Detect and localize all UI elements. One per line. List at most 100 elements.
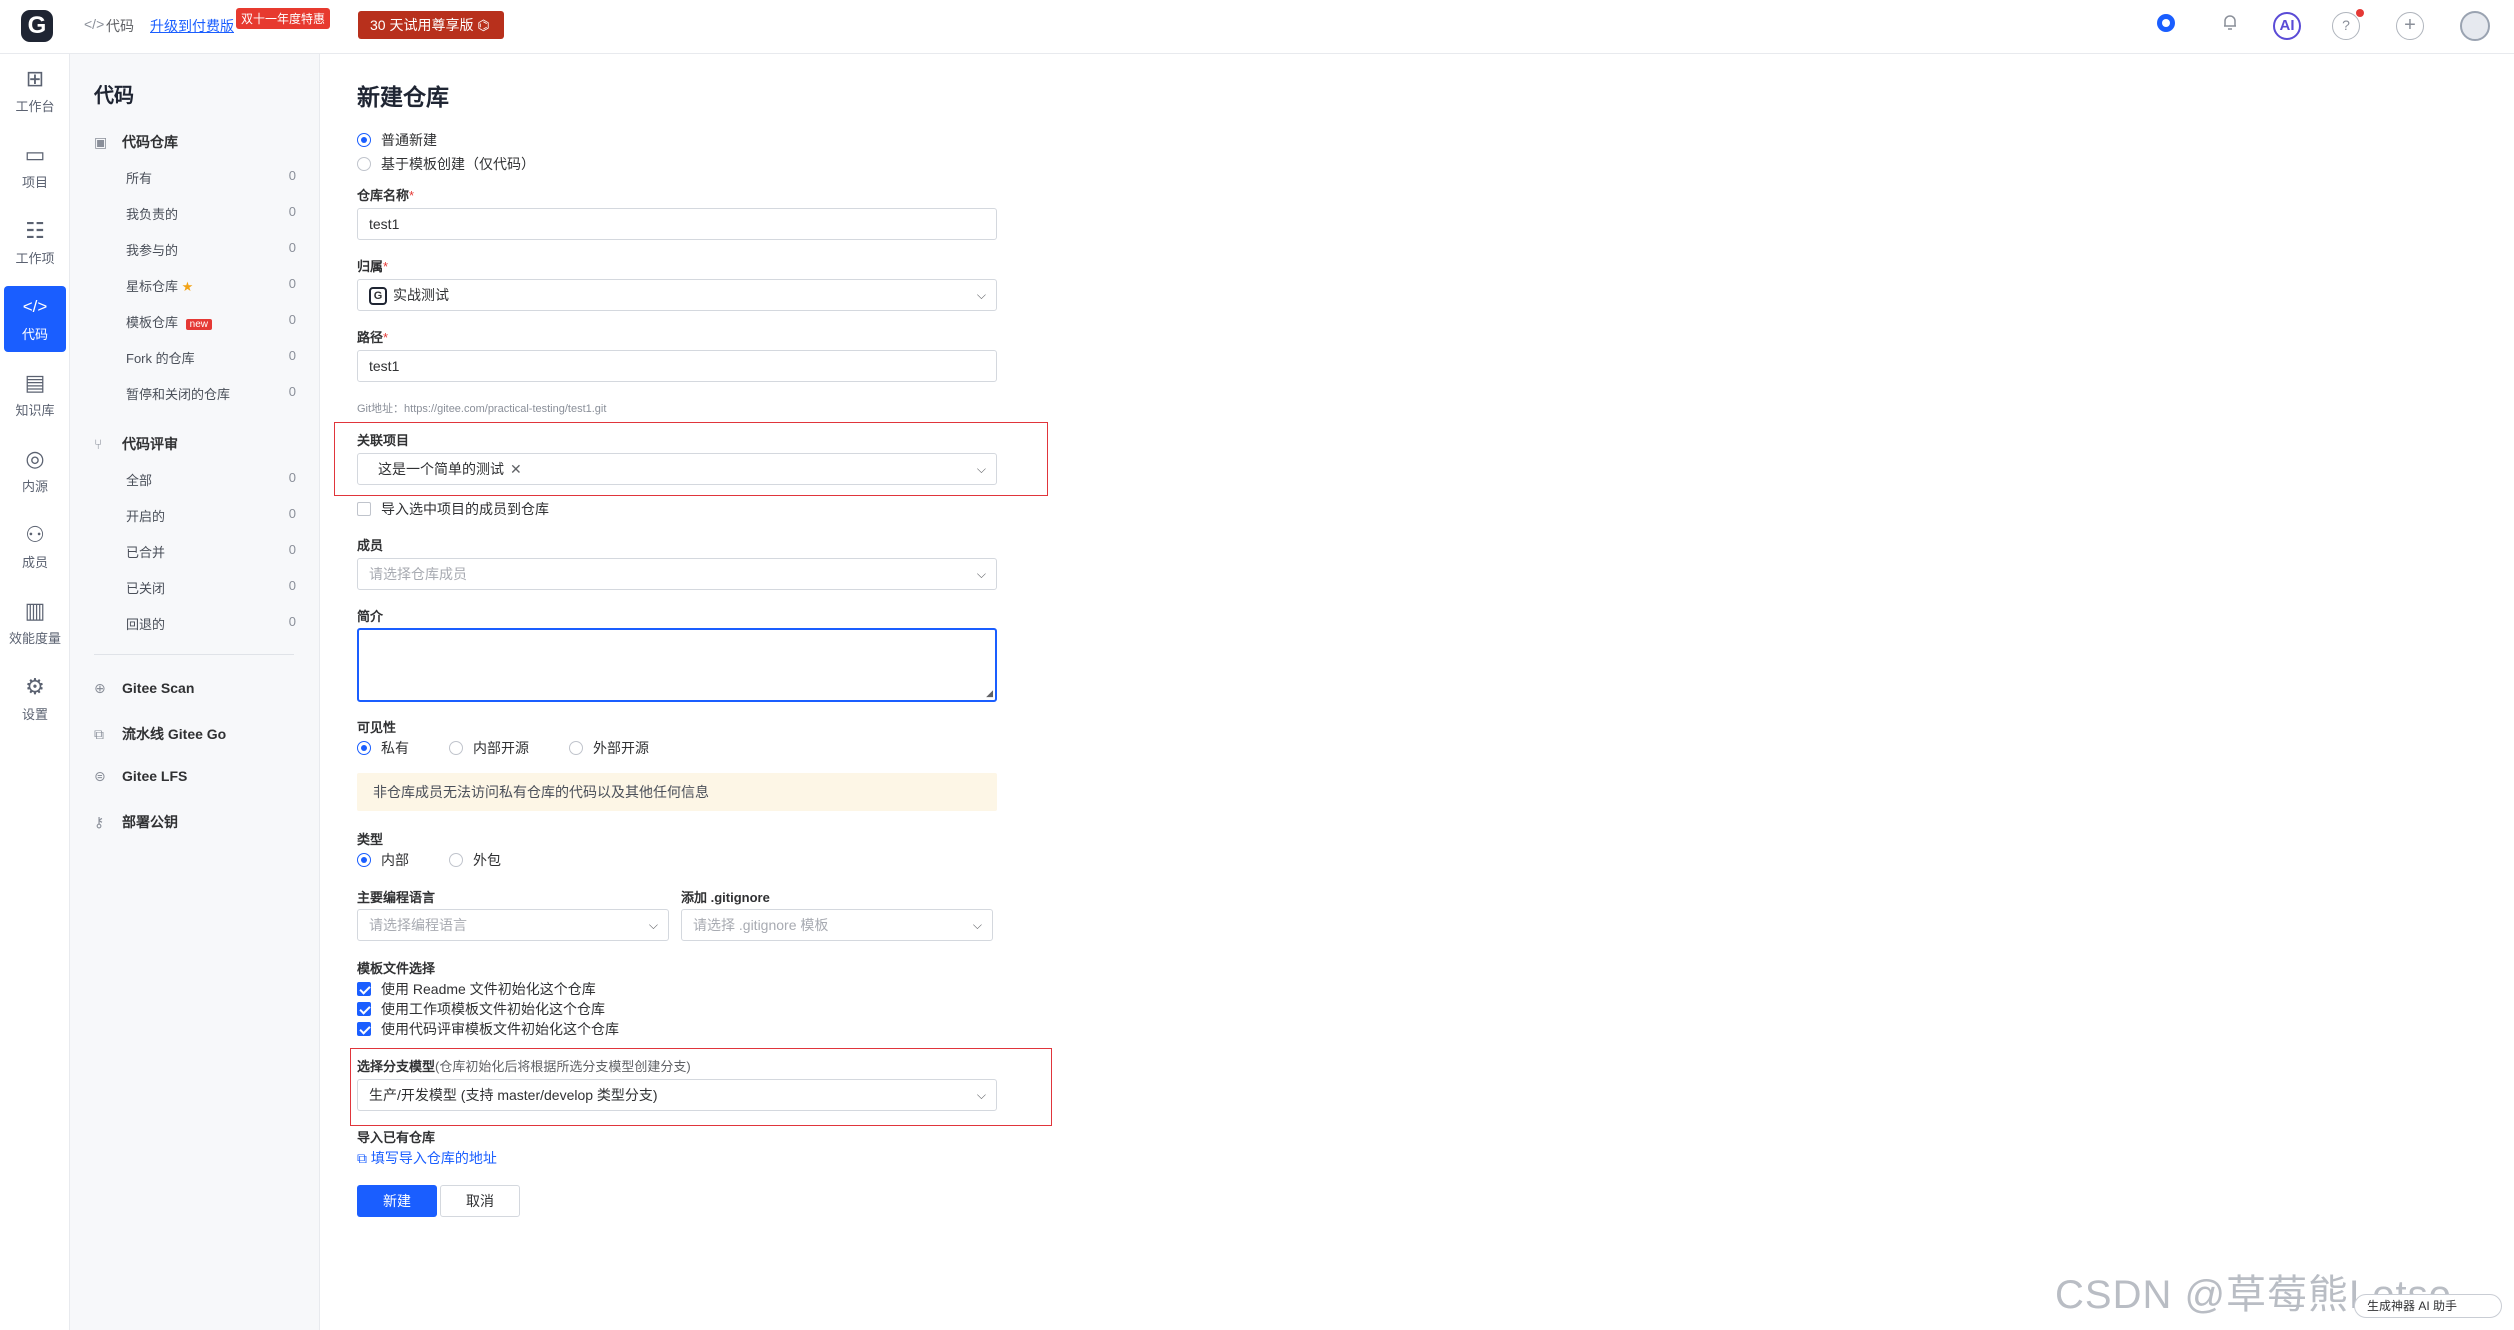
path-input[interactable]: test1: [357, 350, 997, 382]
sidebar-item-review-open[interactable]: 开启的 0: [126, 506, 296, 525]
sidebar-item-label: 回退的: [126, 617, 166, 632]
rail-label: 代码: [21, 327, 48, 342]
item-count: 0: [288, 276, 296, 291]
avatar[interactable]: [2460, 11, 2490, 41]
intro-label: 简介: [357, 609, 384, 624]
language-label: 主要编程语言: [357, 890, 436, 905]
sidebar-item-participated[interactable]: 我参与的 0: [126, 240, 296, 259]
rail-item-dashboard[interactable]: ⊞ 工作台: [4, 58, 66, 124]
radio-type-internal[interactable]: [357, 853, 371, 867]
item-count: 0: [288, 578, 296, 593]
radio-label: 私有: [381, 740, 409, 756]
sidebar-item-review-reverted[interactable]: 回退的 0: [126, 614, 296, 633]
dashboard-icon: ⊞: [25, 66, 45, 91]
members-select[interactable]: 请选择仓库成员 ⌵: [357, 558, 997, 590]
sidebar-item-templates[interactable]: 模板仓库 new 0: [126, 312, 296, 331]
trial-button[interactable]: 30 天试用尊享版 ⌬: [358, 11, 504, 39]
breadcrumb-code[interactable]: 代码: [106, 16, 134, 36]
project-select[interactable]: 这是一个简单的测试 ✕ ⌵: [357, 453, 997, 485]
close-icon[interactable]: ✕: [510, 461, 522, 477]
item-count: 0: [288, 348, 296, 363]
checkbox-label: 使用代码评审模板文件初始化这个仓库: [381, 1021, 619, 1037]
rail-item-members[interactable]: ⚇ 成员: [4, 514, 66, 580]
add-icon[interactable]: +: [2396, 12, 2424, 40]
radio-label: 外部开源: [593, 740, 649, 756]
branch-label: 选择分支模型(仓库初始化后将根据所选分支模型创建分支): [357, 1056, 691, 1075]
sidebar-group-reviews[interactable]: ⑂ 代码评审: [94, 434, 178, 454]
owner-select[interactable]: G 实战测试 ⌵: [357, 279, 997, 311]
gitignore-placeholder: 请选择 .gitignore 模板: [693, 917, 829, 933]
sidebar-item-all[interactable]: 所有 0: [126, 168, 296, 187]
radio-label: 基于模板创建（仅代码）: [381, 156, 535, 172]
language-select[interactable]: 请选择编程语言 ⌵: [357, 909, 669, 941]
checkbox-label: 使用 Readme 文件初始化这个仓库: [381, 981, 596, 997]
rail-item-project[interactable]: ▭ 项目: [4, 134, 66, 200]
rail-label: 设置: [21, 707, 48, 722]
checkbox-label: 导入选中项目的成员到仓库: [381, 501, 549, 517]
sidebar-item-forks[interactable]: Fork 的仓库 0: [126, 348, 296, 367]
scan-icon: ⊕: [94, 680, 106, 696]
template-review-checkbox[interactable]: 使用代码评审模板文件初始化这个仓库: [357, 1019, 619, 1039]
rail-item-innersource[interactable]: ◎ 内源: [4, 438, 66, 504]
rail-item-settings[interactable]: ⚙ 设置: [4, 666, 66, 732]
help-icon[interactable]: ?: [2332, 12, 2360, 40]
sidebar-link-gitee-go[interactable]: ⧉ 流水线 Gitee Go: [94, 724, 226, 744]
ai-assistant-icon[interactable]: AI: [2273, 12, 2301, 40]
visibility-label: 可见性: [357, 720, 397, 735]
gitee-logo[interactable]: G: [21, 10, 53, 42]
radio-create-template[interactable]: 基于模板创建（仅代码）: [357, 154, 535, 174]
sidebar-group-repos[interactable]: ▣ 代码仓库: [94, 132, 178, 152]
link-label: 流水线 Gitee Go: [122, 726, 227, 742]
create-button[interactable]: 新建: [357, 1185, 437, 1217]
upgrade-link[interactable]: 升级到付费版: [150, 16, 234, 36]
label-text: 归属: [357, 259, 384, 274]
sidebar-link-deploy-keys[interactable]: ⚷ 部署公钥: [94, 812, 178, 832]
template-readme-checkbox[interactable]: 使用 Readme 文件初始化这个仓库: [357, 979, 596, 999]
checkbox[interactable]: [357, 982, 371, 996]
ai-helper-button[interactable]: 生成神器 AI 助手: [2354, 1294, 2502, 1318]
radio-visibility-public[interactable]: [569, 741, 583, 755]
repo-name-input[interactable]: test1: [357, 208, 997, 240]
checkbox[interactable]: [357, 1022, 371, 1036]
resize-handle-icon[interactable]: ◢: [986, 688, 993, 699]
promo-badge: 双十一年度特惠: [236, 8, 331, 29]
intro-textarea[interactable]: ◢: [357, 628, 997, 702]
members-placeholder: 请选择仓库成员: [369, 566, 467, 582]
checkbox[interactable]: [357, 1002, 371, 1016]
branch-sublabel: (仓库初始化后将根据所选分支模型创建分支): [435, 1059, 691, 1074]
gitignore-select[interactable]: 请选择 .gitignore 模板 ⌵: [681, 909, 993, 941]
radio-visibility-internal[interactable]: [449, 741, 463, 755]
bell-icon[interactable]: [2216, 12, 2244, 40]
cancel-button[interactable]: 取消: [440, 1185, 520, 1217]
rail-item-code[interactable]: </> 代码: [4, 286, 66, 352]
item-count: 0: [288, 542, 296, 557]
required-mark: *: [409, 188, 415, 203]
rail-item-metrics[interactable]: ▥ 效能度量: [4, 590, 66, 656]
sidebar-item-review-merged[interactable]: 已合并 0: [126, 542, 296, 561]
chevron-down-icon: ⌵: [976, 567, 986, 581]
radio-visibility-private[interactable]: [357, 741, 371, 755]
import-repo-link[interactable]: ⧉ 填写导入仓库的地址: [357, 1148, 497, 1168]
rail-item-workitem[interactable]: ☷ 工作项: [4, 210, 66, 276]
checkbox[interactable]: [357, 502, 371, 516]
sidebar-item-label: Fork 的仓库: [126, 351, 195, 366]
radio-button[interactable]: [357, 133, 371, 147]
sidebar-item-starred[interactable]: 星标仓库 ★ 0: [126, 276, 296, 295]
radio-create-normal[interactable]: 普通新建: [357, 130, 437, 150]
innersource-icon: ◎: [25, 446, 45, 471]
type-options: 内部 外包: [357, 850, 501, 870]
radio-button[interactable]: [357, 157, 371, 171]
sidebar-link-gitee-lfs[interactable]: ⊜ Gitee LFS: [94, 768, 187, 785]
sidebar-item-review-all[interactable]: 全部 0: [126, 470, 296, 489]
notification-app-icon[interactable]: [2152, 12, 2180, 40]
import-members-checkbox[interactable]: 导入选中项目的成员到仓库: [357, 499, 549, 519]
sidebar-item-review-closed[interactable]: 已关闭 0: [126, 578, 296, 597]
label-text: 选择分支模型: [357, 1059, 436, 1074]
radio-type-outsourced[interactable]: [449, 853, 463, 867]
rail-item-wiki[interactable]: ▤ 知识库: [4, 362, 66, 428]
sidebar-item-paused[interactable]: 暂停和关闭的仓库 0: [126, 384, 296, 403]
branch-model-select[interactable]: 生产/开发模型 (支持 master/develop 类型分支) ⌵: [357, 1079, 997, 1111]
sidebar-item-owned[interactable]: 我负责的 0: [126, 204, 296, 223]
template-workitem-checkbox[interactable]: 使用工作项模板文件初始化这个仓库: [357, 999, 605, 1019]
sidebar-link-gitee-scan[interactable]: ⊕ Gitee Scan: [94, 680, 194, 697]
